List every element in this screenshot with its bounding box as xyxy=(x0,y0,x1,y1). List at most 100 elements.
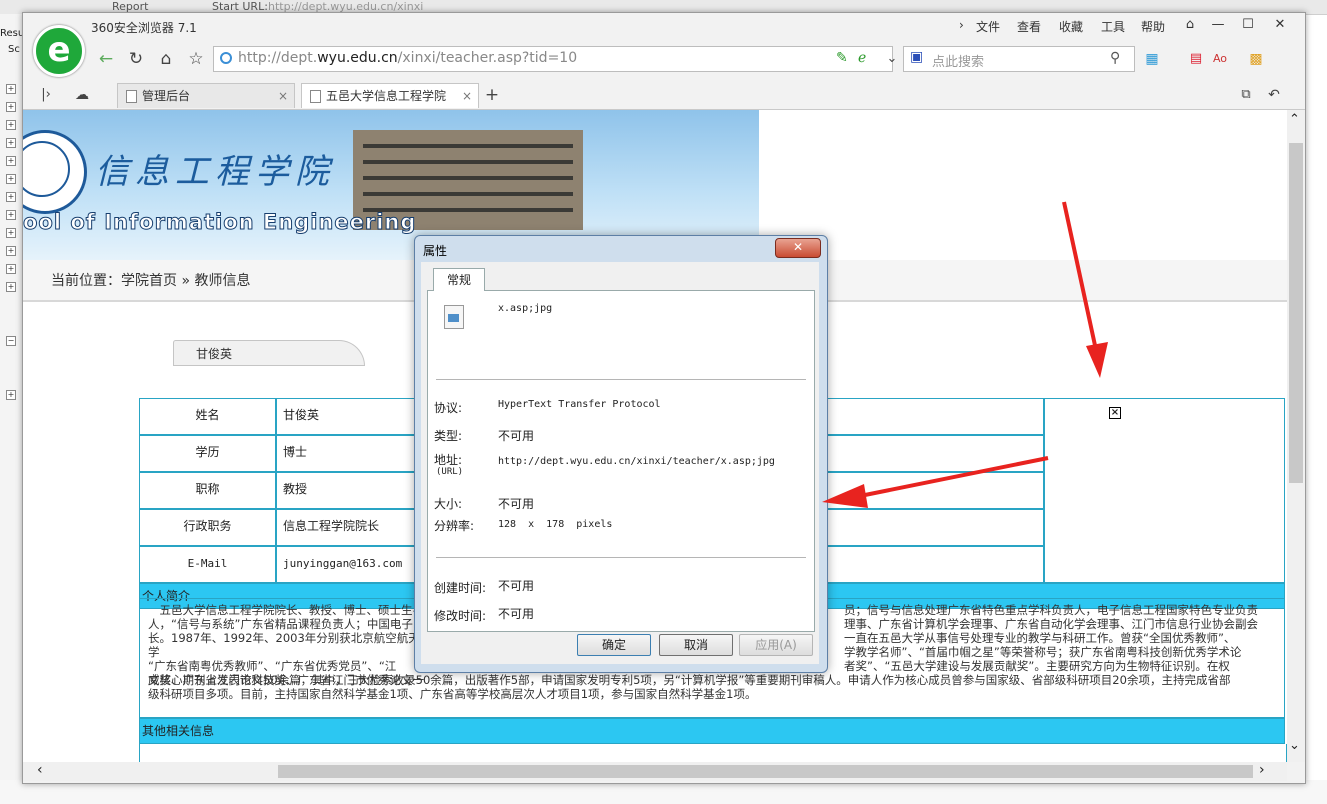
pdf-icon[interactable]: Ao xyxy=(1207,47,1233,71)
tree-expand-icon[interactable]: + xyxy=(6,192,16,202)
size-label: 大小: xyxy=(434,497,463,511)
modified-value: 不可用 xyxy=(498,607,535,621)
dropdown-chevron-icon[interactable]: ⌄ xyxy=(879,47,905,71)
modified-label: 修改时间: xyxy=(434,609,487,623)
label-position: 行政职务 xyxy=(139,509,276,546)
other-info-area xyxy=(139,744,1287,762)
label-email: E-Mail xyxy=(139,546,276,583)
tree-item-results[interactable]: Resu xyxy=(0,28,24,39)
tab-admin[interactable]: 管理后台 × xyxy=(117,83,295,108)
properties-dialog: 属性 ✕ 常规 x.asp;jpg 协议: HyperText Transfer… xyxy=(414,235,828,673)
tree-expand-icon[interactable]: + xyxy=(6,156,16,166)
tree-expand-icon[interactable]: + xyxy=(6,138,16,148)
tree-expand-icon[interactable]: + xyxy=(6,390,16,400)
edit-icon[interactable]: ✎ xyxy=(836,50,848,66)
file-name: x.asp;jpg xyxy=(498,303,553,314)
close-tab-icon[interactable]: × xyxy=(462,84,472,108)
menu-file[interactable]: 文件 xyxy=(976,18,1000,35)
restore-tabs-icon[interactable]: ⧉ xyxy=(1233,83,1259,107)
type-value: 不可用 xyxy=(498,429,535,443)
menu-view[interactable]: 查看 xyxy=(1017,18,1041,35)
menu-tools[interactable]: 工具 xyxy=(1101,18,1125,35)
broken-image-icon[interactable]: × xyxy=(1109,407,1121,419)
tree-expand-icon[interactable]: + xyxy=(6,210,16,220)
extension-icon[interactable]: ▤ xyxy=(1183,47,1209,71)
dialog-close-button[interactable]: ✕ xyxy=(775,238,821,258)
tree-expand-icon[interactable]: + xyxy=(6,264,16,274)
section-other-header: 其他相关信息 xyxy=(139,718,1285,744)
page-icon xyxy=(126,90,137,103)
label-title: 职称 xyxy=(139,472,276,509)
sidebar-toggle-icon[interactable]: |› xyxy=(33,83,59,107)
resolution-value: 128 x 178 pixels xyxy=(498,519,613,530)
close-tab-icon[interactable]: × xyxy=(278,84,288,108)
tree-expand-icon[interactable]: + xyxy=(6,120,16,130)
apps-grid-icon[interactable]: ▦ xyxy=(1139,47,1165,71)
apply-button[interactable]: 应用(A) xyxy=(739,634,813,656)
tab-bar: |› ☁ 管理后台 × 五邑大学信息工程学院 × + ⧉ ↶ xyxy=(23,81,1305,110)
horizontal-scroll-thumb[interactable] xyxy=(278,765,1253,778)
tree-expand-icon[interactable]: + xyxy=(6,246,16,256)
maximize-button[interactable]: ☐ xyxy=(1235,15,1261,35)
search-box[interactable]: ▣ 点此搜索 ⚲ xyxy=(903,46,1135,72)
created-label: 创建时间: xyxy=(434,581,487,595)
pin-icon[interactable]: ⌂ xyxy=(1177,15,1203,35)
plugin-icon[interactable]: ▩ xyxy=(1243,47,1269,71)
size-value: 不可用 xyxy=(498,497,535,511)
tree-collapse-icon[interactable]: − xyxy=(6,336,16,346)
vertical-scroll-thumb[interactable] xyxy=(1289,143,1303,483)
refresh-icon[interactable]: ↻ xyxy=(123,47,149,71)
protocol-label: 协议: xyxy=(434,401,463,415)
resolution-label: 分辨率: xyxy=(434,519,475,533)
cancel-button[interactable]: 取消 xyxy=(659,634,733,656)
protocol-value: HyperText Transfer Protocol xyxy=(498,399,661,410)
search-icon[interactable]: ⚲ xyxy=(1110,50,1120,66)
label-degree: 学历 xyxy=(139,435,276,472)
teacher-name-tab: 甘俊英 xyxy=(173,340,365,366)
ie-mode-icon[interactable]: ℯ xyxy=(858,50,866,66)
banner-title-en: ool of Information Engineering xyxy=(23,210,417,235)
browser-logo-icon[interactable]: e xyxy=(33,25,85,77)
label-name: 姓名 xyxy=(139,398,276,435)
favorite-star-icon[interactable]: ☆ xyxy=(183,47,209,71)
general-panel: x.asp;jpg 协议: HyperText Transfer Protoco… xyxy=(427,290,815,632)
dialog-title: 属性 xyxy=(423,244,448,258)
photo-cell: × xyxy=(1044,398,1285,583)
address-value[interactable]: http://dept.wyu.edu.cn/xinxi/teacher/x.a… xyxy=(498,456,775,467)
menu-chevron-icon[interactable]: › xyxy=(959,18,964,32)
home-icon[interactable]: ⌂ xyxy=(153,47,179,71)
scroll-down-icon[interactable]: ⌄ xyxy=(1289,738,1300,753)
cloud-icon[interactable]: ☁ xyxy=(69,83,95,107)
university-seal-logo xyxy=(23,130,87,214)
scroll-up-icon[interactable]: ⌃ xyxy=(1289,112,1300,127)
close-window-button[interactable]: ✕ xyxy=(1267,15,1293,35)
tab-wyu[interactable]: 五邑大学信息工程学院 × xyxy=(301,83,479,108)
search-placeholder: 点此搜索 xyxy=(932,55,985,70)
undo-close-icon[interactable]: ↶ xyxy=(1261,83,1287,107)
scroll-right-icon[interactable]: › xyxy=(1259,762,1265,778)
back-icon[interactable]: ← xyxy=(93,47,119,71)
tree-item-sc[interactable]: Sc xyxy=(8,44,20,55)
menu-help[interactable]: 帮助 xyxy=(1141,18,1165,35)
tree-expand-icon[interactable]: + xyxy=(6,84,16,94)
address-url[interactable]: http://dept.wyu.edu.cn/xinxi/teacher.asp… xyxy=(238,50,577,66)
page-icon xyxy=(310,90,321,103)
address-bar[interactable]: http://dept.wyu.edu.cn/xinxi/teacher.asp… xyxy=(213,46,893,72)
tab-general[interactable]: 常规 xyxy=(433,268,485,291)
site-globe-icon xyxy=(220,52,232,64)
divider xyxy=(436,557,806,558)
new-tab-button[interactable]: + xyxy=(479,83,505,107)
scroll-left-icon[interactable]: ‹ xyxy=(37,762,43,778)
tree-expand-icon[interactable]: + xyxy=(6,174,16,184)
created-value: 不可用 xyxy=(498,579,535,593)
minimize-button[interactable]: — xyxy=(1205,15,1231,35)
tree-expand-icon[interactable]: + xyxy=(6,228,16,238)
divider xyxy=(436,379,806,380)
menu-favorites[interactable]: 收藏 xyxy=(1059,18,1083,35)
address-label: 地址: xyxy=(434,453,463,467)
tree-expand-icon[interactable]: + xyxy=(6,282,16,292)
search-engine-icon[interactable]: ▣ xyxy=(910,49,923,65)
tree-expand-icon[interactable]: + xyxy=(6,102,16,112)
dialog-body: 常规 x.asp;jpg 协议: HyperText Transfer Prot… xyxy=(421,262,819,664)
ok-button[interactable]: 确定 xyxy=(577,634,651,656)
